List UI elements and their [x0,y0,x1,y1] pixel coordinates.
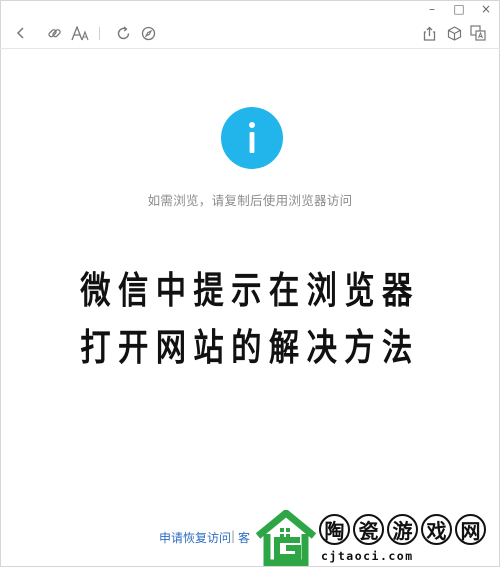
close-button[interactable]: × [474,0,498,18]
font-size-icon[interactable] [68,22,92,44]
share-icon[interactable] [418,22,440,44]
info-message: 如需浏览，请复制后使用浏览器访问 [147,193,353,208]
watermark-logo: 陶 瓷 游 戏 网 cjtaoci.com [255,508,500,567]
info-icon [221,107,283,169]
toolbar-separator [99,27,100,40]
back-icon[interactable] [10,22,32,44]
minimize-button[interactable]: – [420,0,444,18]
house-logo-icon [255,510,317,566]
refresh-icon[interactable] [112,22,134,44]
footer-truncated-link[interactable]: 客 [238,529,250,546]
overlay-headline-line1: 微信中提示在浏览器 [80,268,420,312]
watermark-char: 游 [387,514,418,545]
maximize-button[interactable]: □ [447,0,471,18]
watermark-url: cjtaoci.com [321,549,414,563]
toolbar [0,18,500,49]
watermark-char: 网 [455,514,486,545]
watermark-char: 戏 [421,514,452,545]
cube-icon[interactable] [443,22,465,44]
overlay-headline-line2: 打开网站的解决方法 [80,325,420,369]
watermark-char: 陶 [319,514,350,545]
watermark-chars: 陶 瓷 游 戏 网 [319,514,486,545]
watermark-char: 瓷 [353,514,384,545]
translate-icon[interactable] [467,22,489,44]
request-restore-link[interactable]: 申请恢复访问 [159,529,231,546]
compass-icon[interactable] [137,22,159,44]
footer-separator: | [231,529,236,543]
link-icon[interactable] [43,22,65,44]
